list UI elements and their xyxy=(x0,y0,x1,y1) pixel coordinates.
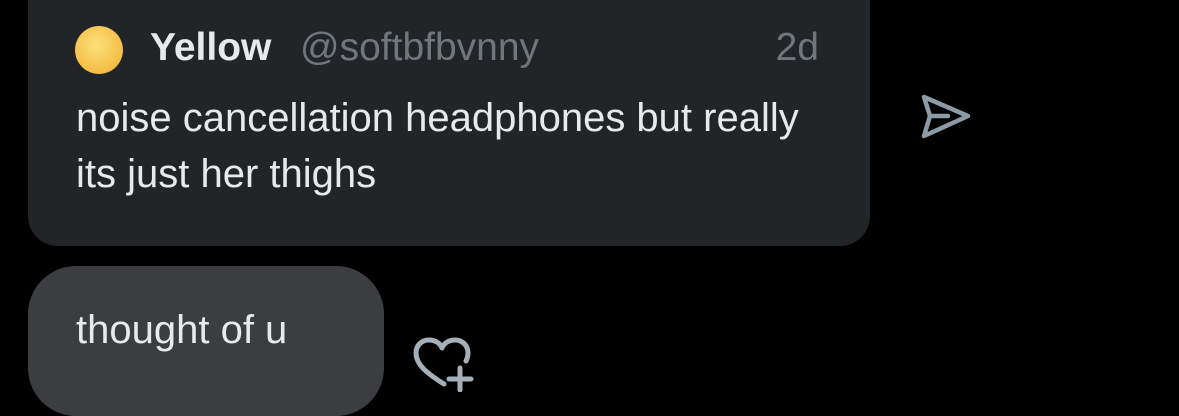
send-icon xyxy=(921,94,971,139)
post-timestamp: 2d xyxy=(775,26,819,69)
avatar[interactable] xyxy=(75,26,123,74)
share-button[interactable] xyxy=(918,92,974,142)
heart-add-icon xyxy=(413,337,474,393)
user-handle: @softbfbvnny xyxy=(300,26,540,69)
display-name: Yellow xyxy=(150,26,272,69)
message-text: thought of u xyxy=(76,308,288,352)
quoted-post-text: noise cancellation headphones but really… xyxy=(76,96,799,196)
add-reaction-button[interactable] xyxy=(410,334,476,393)
